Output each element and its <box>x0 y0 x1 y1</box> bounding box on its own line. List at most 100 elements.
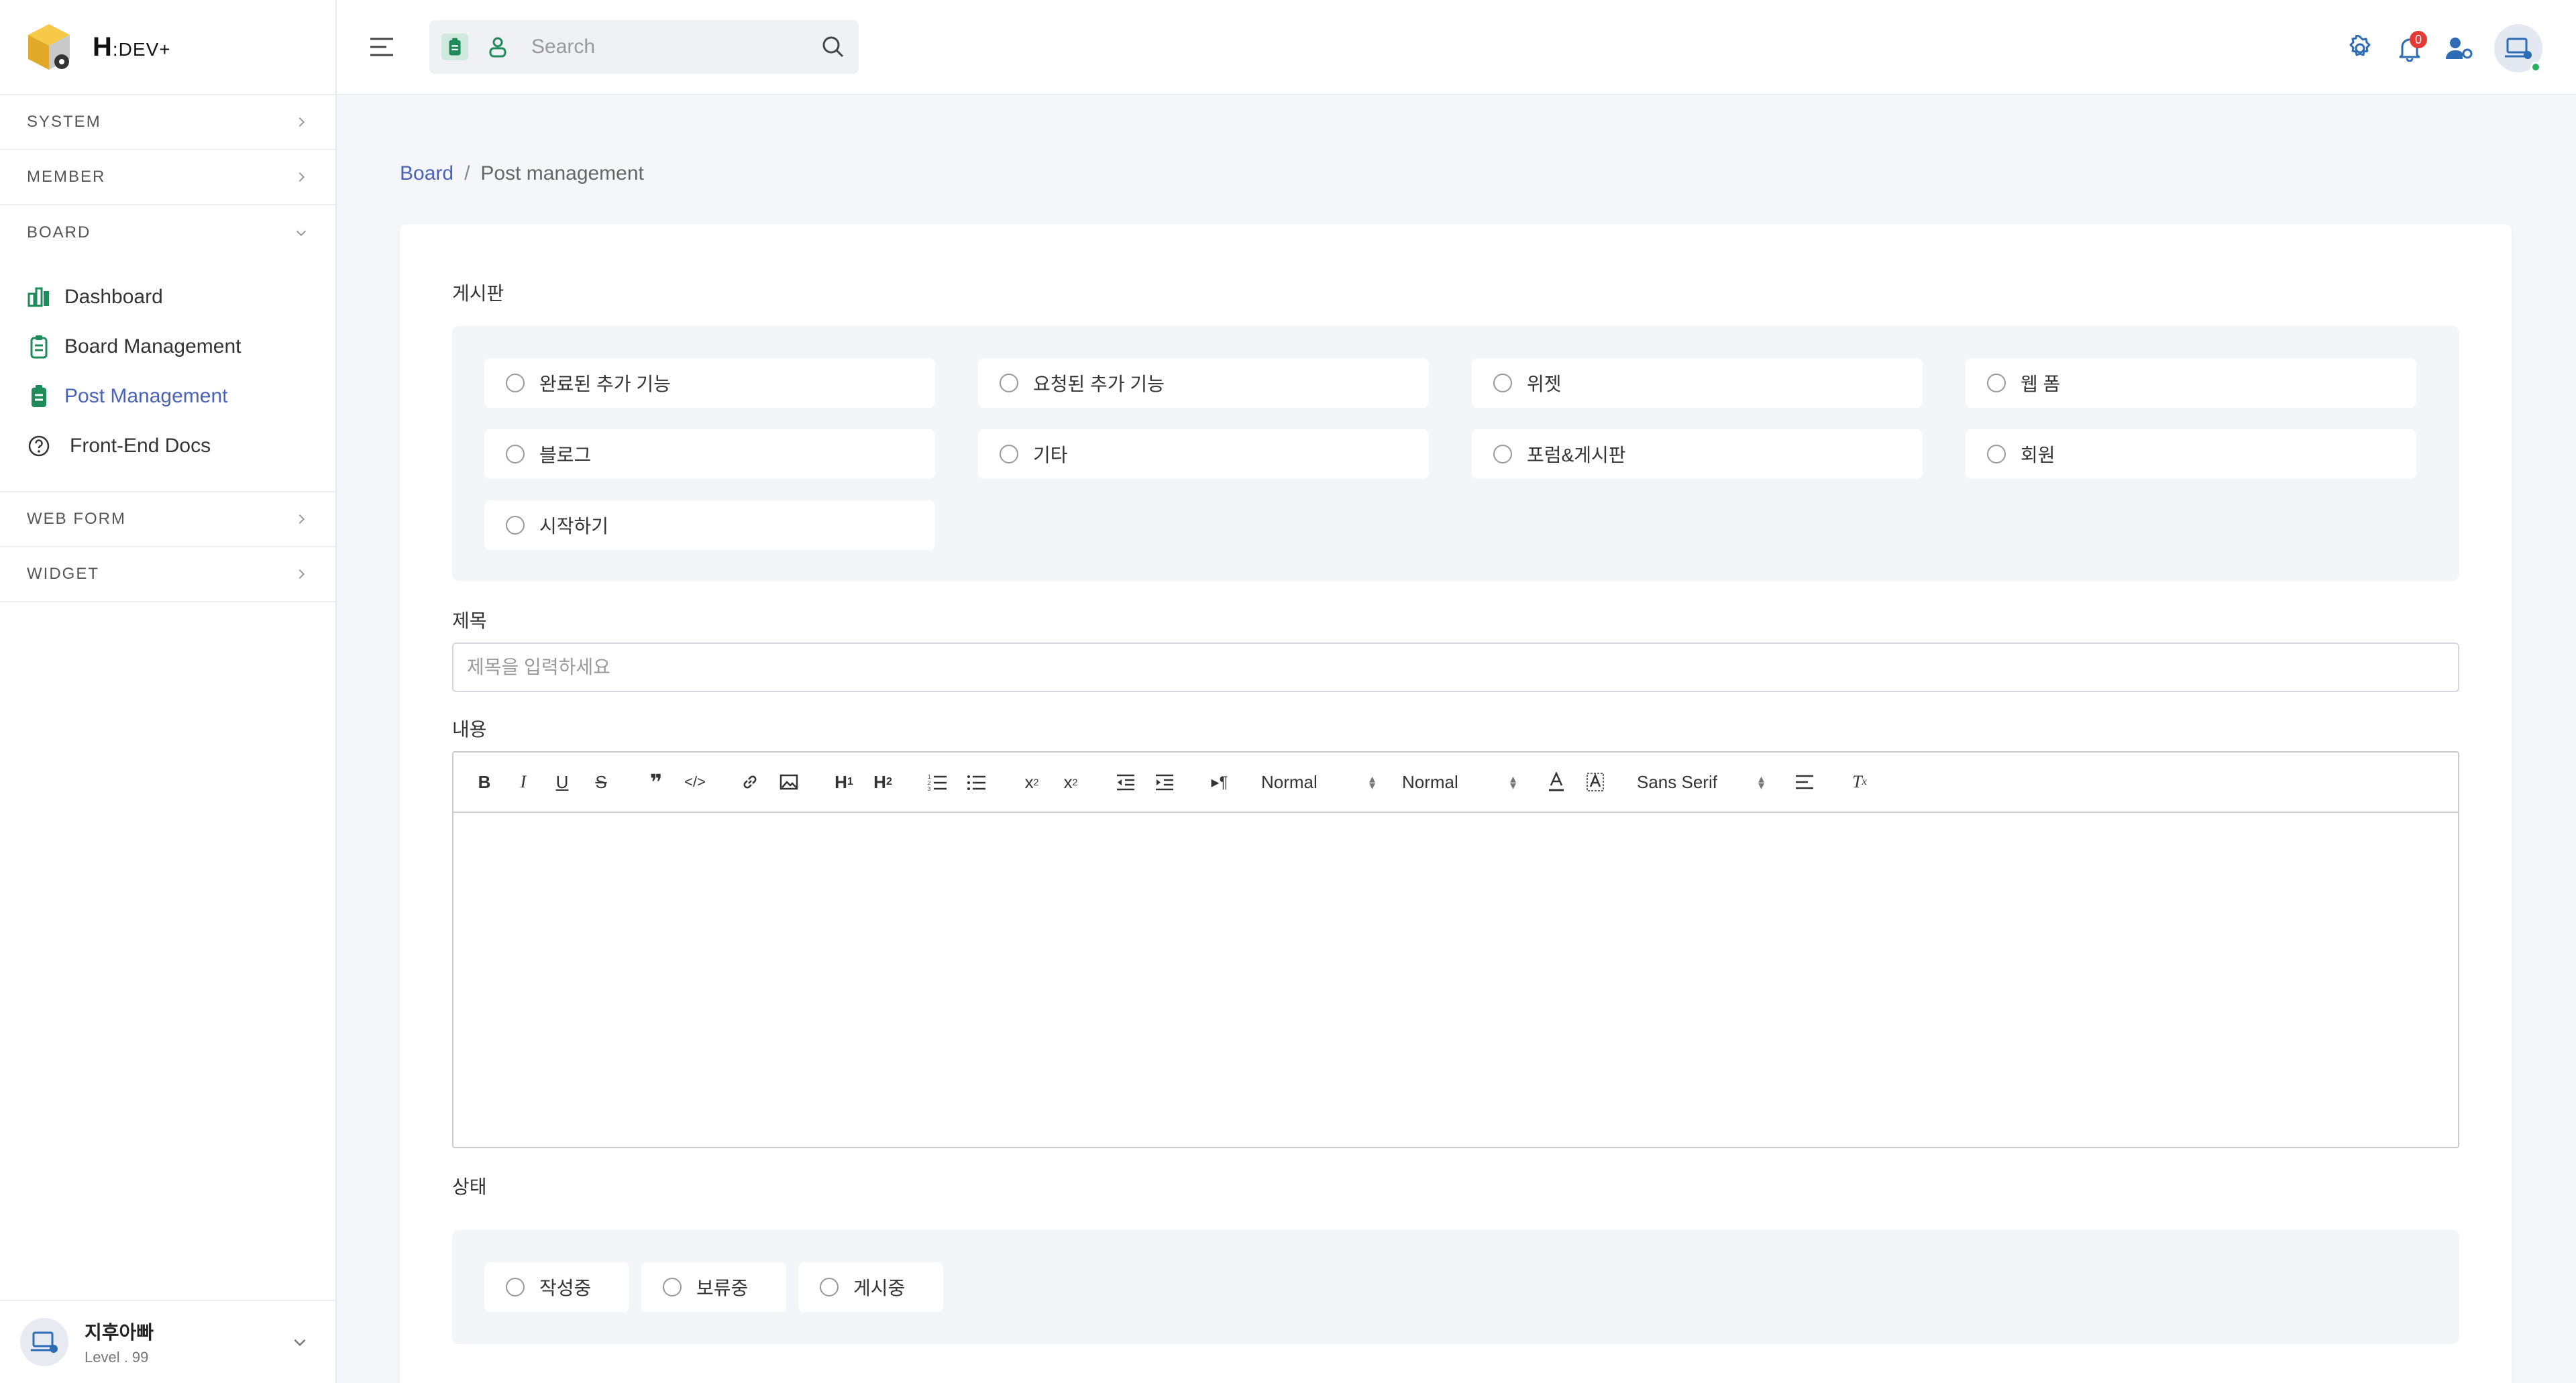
breadcrumb-current: Post management <box>480 162 644 184</box>
sidebar-item-front-end-docs[interactable]: Front-End Docs <box>0 421 335 471</box>
menu-toggle-icon[interactable] <box>369 35 394 59</box>
radio-button[interactable] <box>1987 374 2006 392</box>
sidebar-item-label: Dashboard <box>64 286 163 308</box>
sidebar-section-label: WEB FORM <box>27 510 126 528</box>
sidebar-item-post-management[interactable]: Post Management <box>0 372 335 421</box>
heading-2-icon[interactable]: H2 <box>869 769 896 795</box>
app-root: H:DEV+ SYSTEM MEMBER BOARD Dashboard Boa… <box>0 0 2576 1383</box>
app-name: H:DEV+ <box>93 32 171 62</box>
radio-button[interactable] <box>663 1278 682 1296</box>
text-direction-icon[interactable]: ▸¶ <box>1206 769 1233 795</box>
radio-button[interactable] <box>506 374 525 392</box>
status-option-2[interactable]: 게시중 <box>798 1262 943 1312</box>
blockquote-icon[interactable]: ❞ <box>643 769 669 795</box>
select-arrows-icon: ▴ ▾ <box>1368 772 1375 792</box>
outdent-icon[interactable] <box>1112 769 1139 795</box>
user-settings-button[interactable] <box>2440 30 2478 67</box>
sidebar-section-member[interactable]: MEMBER <box>0 150 335 205</box>
radio-button[interactable] <box>820 1278 839 1296</box>
user-icon[interactable] <box>484 34 511 60</box>
board-label: 게시판 <box>452 283 504 304</box>
sidebar-item-dashboard[interactable]: Dashboard <box>0 272 335 322</box>
board-option-0[interactable]: 완료된 추가 기능 <box>484 358 935 408</box>
board-option-8[interactable]: 시작하기 <box>484 500 935 550</box>
radio-button[interactable] <box>1987 445 2006 463</box>
header-select[interactable]: Normal ▴ ▾ <box>1261 772 1375 793</box>
font-select[interactable]: Sans Serif ▴ ▾ <box>1637 772 1764 793</box>
sidebar-section-board[interactable]: BOARD <box>0 205 335 260</box>
status-option-0[interactable]: 작성중 <box>484 1262 629 1312</box>
board-option-6[interactable]: 포럼&게시판 <box>1472 429 1923 479</box>
chevron-down-icon[interactable] <box>291 1333 309 1351</box>
post-form-card: 게시판 완료된 추가 기능 요청된 추가 기능 위젯 웹 폼 블로그 기타 포럼… <box>400 224 2512 1383</box>
board-option-5[interactable]: 기타 <box>978 429 1429 479</box>
board-option-1[interactable]: 요청된 추가 기능 <box>978 358 1429 408</box>
chevron-right-icon <box>299 117 305 127</box>
radio-button[interactable] <box>506 445 525 463</box>
breadcrumb-link-board[interactable]: Board <box>400 162 453 184</box>
board-option-2[interactable]: 위젯 <box>1472 358 1923 408</box>
search-icon[interactable] <box>820 34 847 60</box>
indent-icon[interactable] <box>1151 769 1178 795</box>
radio-button[interactable] <box>1493 445 1512 463</box>
superscript-icon[interactable]: x2 <box>1057 769 1084 795</box>
ordered-list-icon[interactable]: 123 <box>924 769 951 795</box>
sidebar-user-profile[interactable]: 지후아빠 Level . 99 <box>0 1300 335 1383</box>
sidebar-item-board-management[interactable]: Board Management <box>0 322 335 372</box>
breadcrumb: Board / Post management <box>400 162 644 185</box>
search-input[interactable] <box>531 36 813 58</box>
title-label: 제목 <box>452 610 487 631</box>
clipboard-icon[interactable] <box>441 34 468 60</box>
board-submenu: Dashboard Board Management Post Manageme… <box>0 260 335 492</box>
italic-icon[interactable]: I <box>510 769 537 795</box>
text-color-icon[interactable] <box>1543 769 1570 795</box>
sidebar-section-widget[interactable]: WIDGET <box>0 547 335 602</box>
radio-button[interactable] <box>1493 374 1512 392</box>
sidebar-section-system[interactable]: SYSTEM <box>0 95 335 150</box>
radio-label: 요청된 추가 기능 <box>1033 374 1165 394</box>
image-icon[interactable] <box>775 769 802 795</box>
bold-icon[interactable]: B <box>471 769 498 795</box>
radio-button[interactable] <box>506 516 525 535</box>
heading-1-icon[interactable]: H1 <box>830 769 857 795</box>
chevron-right-icon <box>299 514 305 524</box>
editor-content-area[interactable] <box>453 813 2458 1148</box>
bullet-list-icon[interactable] <box>963 769 990 795</box>
link-icon[interactable] <box>737 769 763 795</box>
background-color-icon[interactable] <box>1582 769 1609 795</box>
sidebar: H:DEV+ SYSTEM MEMBER BOARD Dashboard Boa… <box>0 0 337 1383</box>
board-radio-group: 완료된 추가 기능 요청된 추가 기능 위젯 웹 폼 블로그 기타 포럼&게시판… <box>452 326 2459 581</box>
sidebar-section-label: BOARD <box>27 223 91 241</box>
settings-button[interactable] <box>2341 30 2379 67</box>
board-option-3[interactable]: 웹 폼 <box>1966 358 2416 408</box>
board-option-7[interactable]: 회원 <box>1966 429 2416 479</box>
board-option-4[interactable]: 블로그 <box>484 429 935 479</box>
size-select[interactable]: Normal ▴ ▾ <box>1402 772 1516 793</box>
avatar[interactable] <box>2494 24 2542 72</box>
radio-button[interactable] <box>1000 445 1018 463</box>
user-info: 지후아빠 Level . 99 <box>85 1318 154 1366</box>
sidebar-section-label: WIDGET <box>27 565 99 583</box>
radio-label: 포럼&게시판 <box>1527 445 1626 465</box>
logo-row[interactable]: H:DEV+ <box>0 0 335 95</box>
header-select-value: Normal <box>1261 771 1318 792</box>
radio-label: 시작하기 <box>539 516 609 537</box>
chevron-right-icon <box>299 569 305 579</box>
bar-chart-icon <box>27 285 51 309</box>
underline-icon[interactable]: U <box>549 769 576 795</box>
select-arrows-icon: ▴ ▾ <box>1758 772 1764 792</box>
title-input[interactable] <box>452 643 2459 692</box>
status-option-1[interactable]: 보류중 <box>641 1262 786 1312</box>
search-bar <box>429 20 859 74</box>
strikethrough-icon[interactable]: S <box>588 769 614 795</box>
radio-button[interactable] <box>506 1278 525 1296</box>
radio-button[interactable] <box>1000 374 1018 392</box>
sidebar-section-label: SYSTEM <box>27 113 101 131</box>
align-icon[interactable] <box>1791 769 1818 795</box>
subscript-icon[interactable]: x2 <box>1018 769 1045 795</box>
sidebar-section-web-form[interactable]: WEB FORM <box>0 492 335 547</box>
code-icon[interactable]: </> <box>682 769 708 795</box>
status-radio-group: 작성중 보류중 게시중 <box>452 1230 2459 1344</box>
notifications-button[interactable]: 0 <box>2391 30 2428 67</box>
clear-format-icon[interactable]: Tx <box>1846 769 1873 795</box>
